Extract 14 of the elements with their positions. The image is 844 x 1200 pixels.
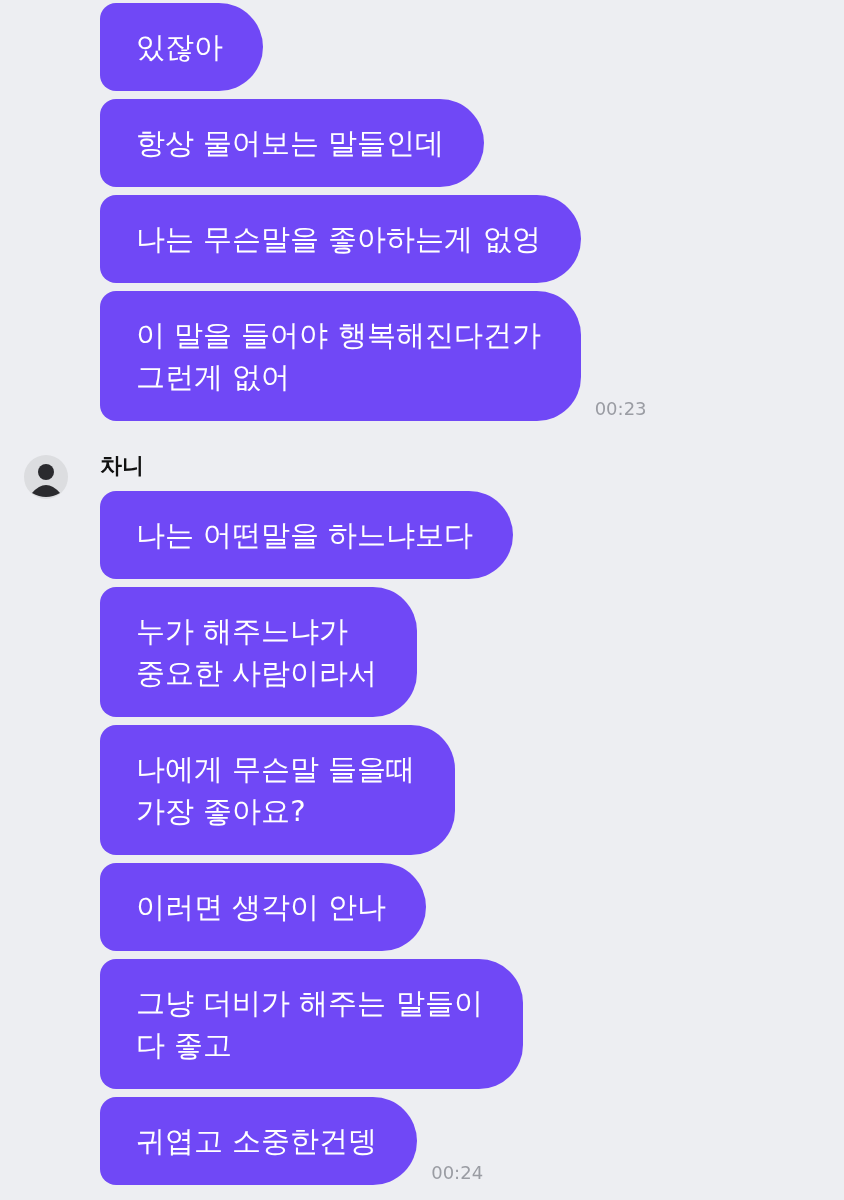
message-time: 00:23: [594, 398, 647, 419]
message-bubble: 있잖아: [100, 3, 263, 91]
message-bubble: 항상 물어보는 말들인데: [100, 99, 485, 187]
message-bubble: 귀엽고 소중한건뎅: [100, 1097, 418, 1185]
avatar-icon: [24, 455, 68, 499]
message-bubble: 나는 어떤말을 하느냐보다: [100, 491, 514, 579]
message-bubble: 이 말을 들어야 행복해진다건가 그런게 없어: [100, 291, 581, 421]
message-bubble: 나에게 무슨말 들을때 가장 좋아요?: [100, 725, 456, 855]
message-bubble: 이러면 생각이 안나: [100, 863, 427, 951]
message-bubble: 나는 무슨말을 좋아하는게 없엉: [100, 195, 581, 283]
message-time: 00:24: [431, 1162, 484, 1183]
sender-name: 차니: [100, 452, 144, 480]
message-bubble: 그냥 더비가 해주는 말들이 다 좋고: [100, 959, 523, 1089]
message-bubble: 누가 해주느냐가 중요한 사람이라서: [100, 587, 418, 717]
